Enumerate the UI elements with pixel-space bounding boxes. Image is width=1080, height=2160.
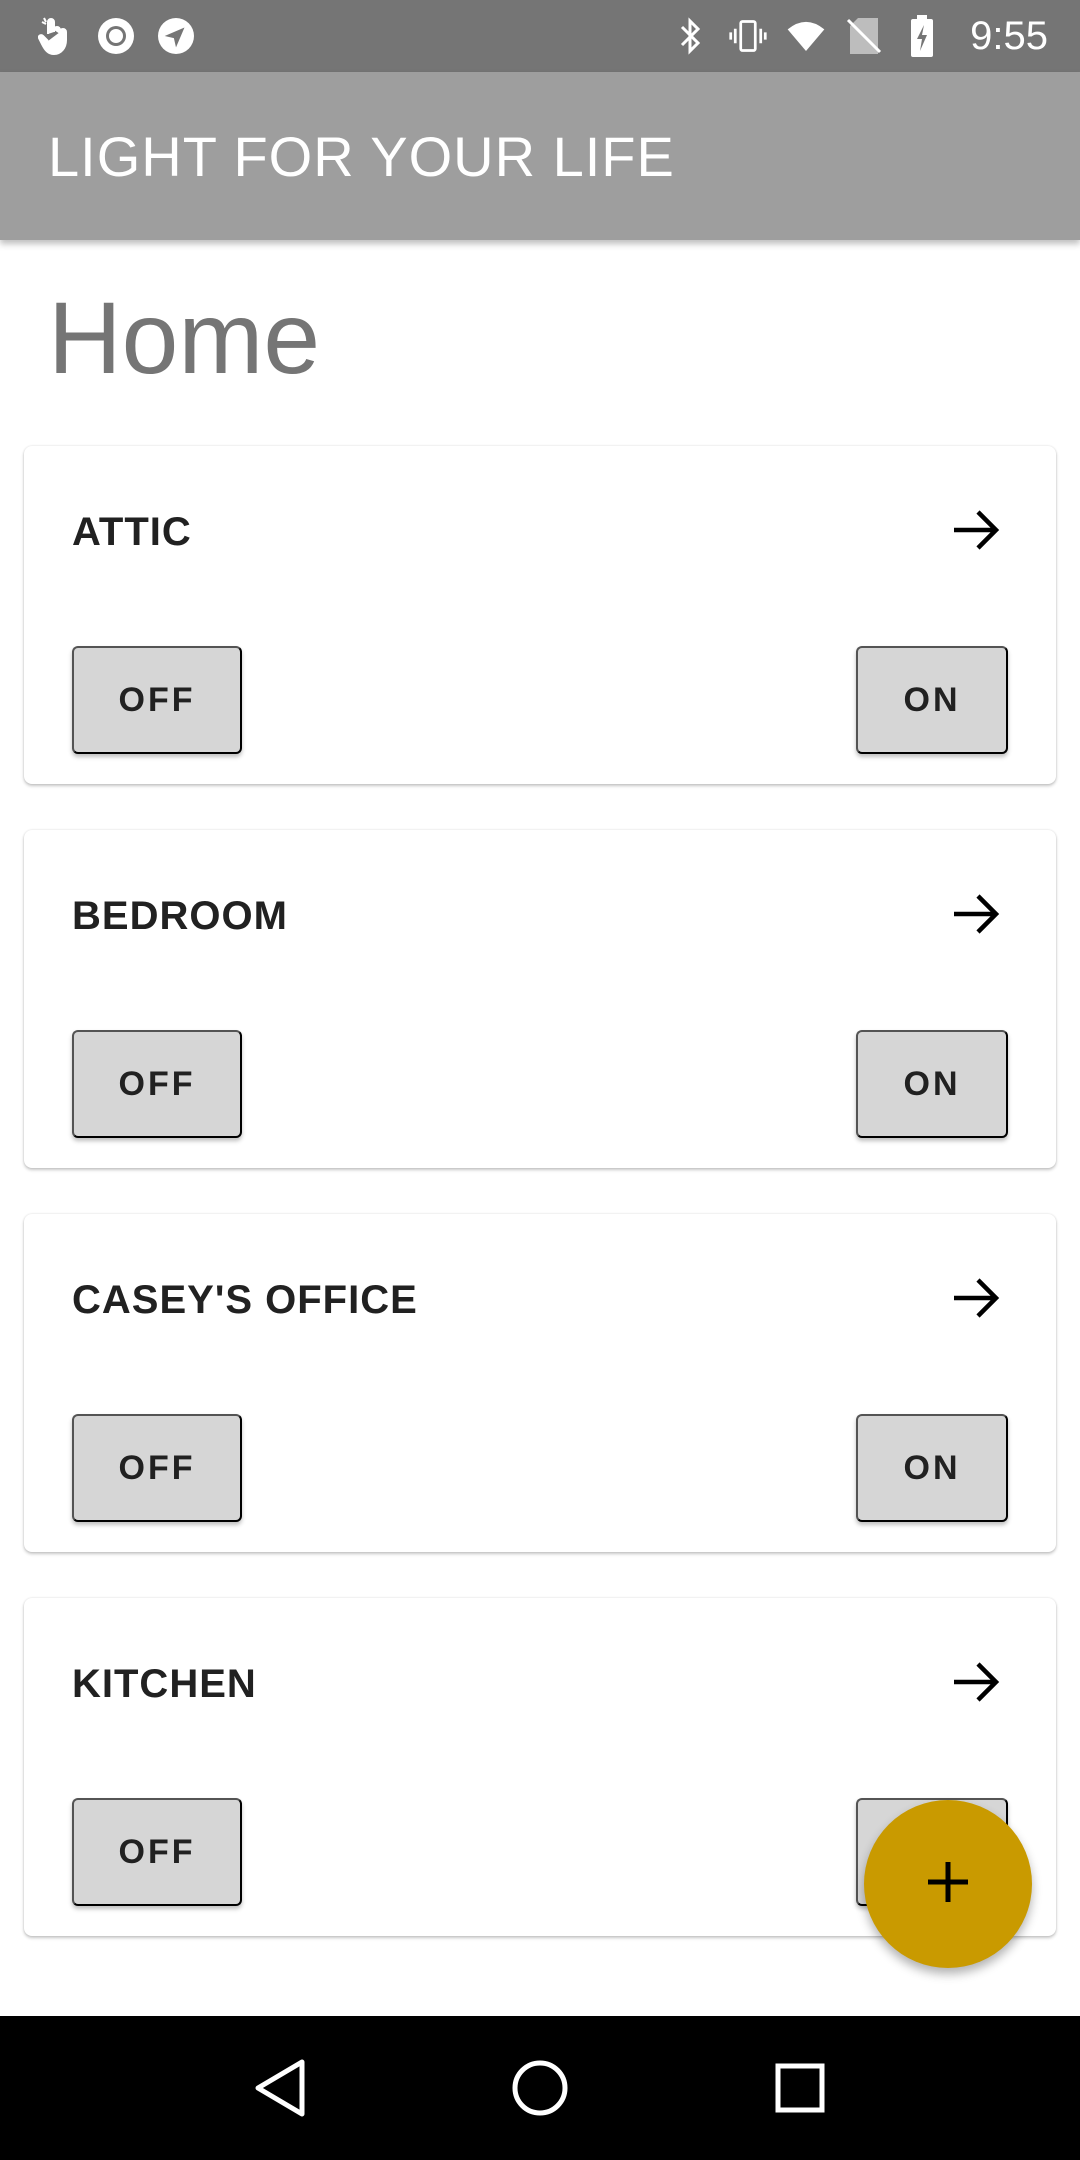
touch-gesture-icon bbox=[36, 16, 76, 56]
screen: 9:55 LIGHT FOR YOUR LIFE Home ATTIC OFF … bbox=[0, 0, 1080, 2160]
room-card-attic: ATTIC OFF ON bbox=[24, 446, 1056, 784]
room-name: CASEY'S OFFICE bbox=[72, 1278, 418, 1322]
navigation-bar bbox=[0, 2016, 1080, 2160]
add-room-button[interactable] bbox=[864, 1800, 1032, 1968]
arrow-right-icon[interactable] bbox=[944, 1266, 1008, 1330]
status-time: 9:55 bbox=[970, 13, 1048, 58]
status-left bbox=[36, 16, 196, 56]
room-name: BEDROOM bbox=[72, 894, 288, 938]
arrow-right-icon[interactable] bbox=[944, 498, 1008, 562]
status-right: 9:55 bbox=[670, 14, 1048, 59]
wifi-icon bbox=[786, 16, 826, 56]
back-icon[interactable] bbox=[240, 2048, 320, 2128]
arrow-right-icon[interactable] bbox=[944, 882, 1008, 946]
room-card-bedroom: BEDROOM OFF ON bbox=[24, 830, 1056, 1168]
room-list: ATTIC OFF ON BEDROOM OFF ON CASEY'S OFFI… bbox=[24, 446, 1056, 1982]
off-button[interactable]: OFF bbox=[72, 1030, 242, 1138]
off-button[interactable]: OFF bbox=[72, 646, 242, 754]
arrow-right-icon[interactable] bbox=[944, 1650, 1008, 1714]
recents-icon[interactable] bbox=[760, 2048, 840, 2128]
room-card-caseys-office: CASEY'S OFFICE OFF ON bbox=[24, 1214, 1056, 1552]
app-bar: LIGHT FOR YOUR LIFE bbox=[0, 72, 1080, 240]
vibrate-icon bbox=[728, 16, 768, 56]
on-button[interactable]: ON bbox=[856, 1414, 1008, 1522]
page-title: Home bbox=[48, 281, 321, 395]
plus-icon bbox=[924, 1858, 972, 1911]
bluetooth-icon bbox=[670, 16, 710, 56]
app-title: LIGHT FOR YOUR LIFE bbox=[48, 124, 675, 188]
no-sim-icon bbox=[844, 16, 884, 56]
battery-charging-icon bbox=[902, 15, 942, 57]
navigation-icon bbox=[156, 16, 196, 56]
room-name: KITCHEN bbox=[72, 1662, 257, 1706]
off-button[interactable]: OFF bbox=[72, 1414, 242, 1522]
record-icon bbox=[96, 16, 136, 56]
room-name: ATTIC bbox=[72, 510, 192, 554]
on-button[interactable]: ON bbox=[856, 1030, 1008, 1138]
home-icon[interactable] bbox=[500, 2048, 580, 2128]
status-bar: 9:55 bbox=[0, 0, 1080, 72]
on-button[interactable]: ON bbox=[856, 646, 1008, 754]
off-button[interactable]: OFF bbox=[72, 1798, 242, 1906]
